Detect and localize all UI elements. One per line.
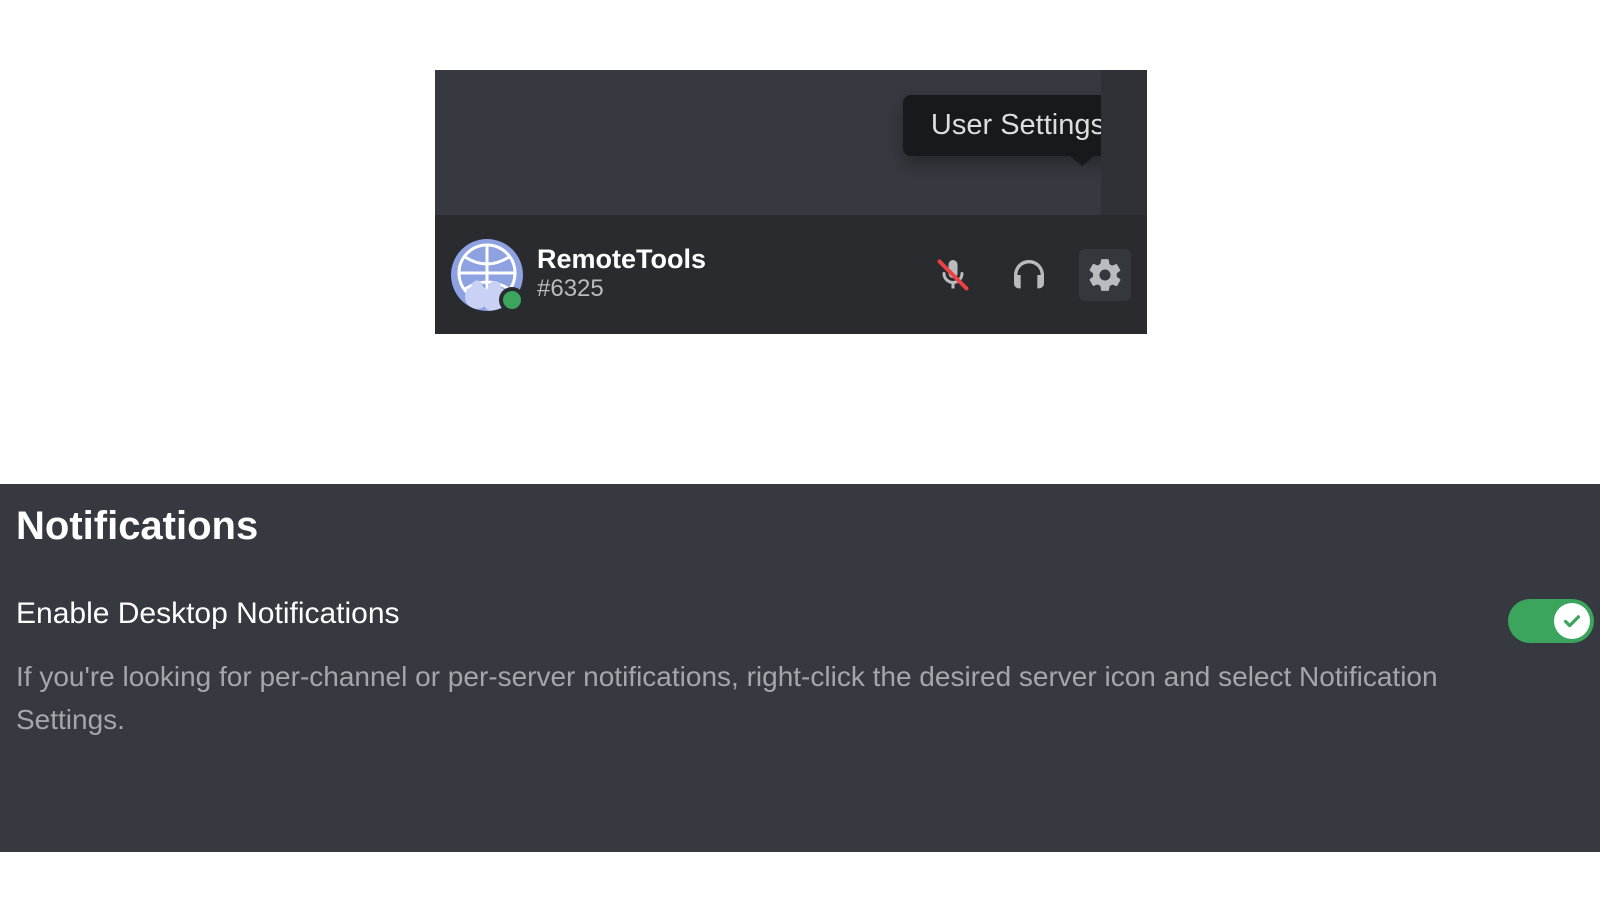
microphone-muted-icon	[935, 257, 971, 293]
user-panel-footer: RemoteTools #6325	[435, 215, 1147, 334]
setting-description: If you're looking for per-channel or per…	[16, 655, 1468, 742]
panel-controls	[927, 249, 1131, 301]
user-discriminator: #6325	[537, 275, 907, 304]
tooltip-label: User Settings	[931, 109, 1105, 141]
panel-spacer: User Settings	[435, 70, 1147, 215]
gear-icon	[1086, 256, 1124, 294]
status-online-indicator	[499, 287, 525, 313]
setting-label: Enable Desktop Notifications	[16, 597, 1468, 631]
mute-button[interactable]	[927, 249, 979, 301]
notifications-settings-panel: Notifications Enable Desktop Notificatio…	[0, 484, 1600, 852]
deafen-button[interactable]	[1003, 249, 1055, 301]
user-settings-tooltip: User Settings	[903, 95, 1133, 156]
enable-desktop-row: Enable Desktop Notifications If you're l…	[16, 597, 1584, 742]
user-text[interactable]: RemoteTools #6325	[537, 245, 907, 303]
setting-text: Enable Desktop Notifications If you're l…	[16, 597, 1508, 742]
user-panel: User Settings RemoteTools #6325	[435, 70, 1147, 334]
check-icon	[1561, 610, 1583, 632]
headphones-icon	[1009, 255, 1049, 295]
toggle-knob	[1554, 603, 1590, 639]
enable-desktop-toggle[interactable]	[1508, 599, 1594, 643]
username: RemoteTools	[537, 245, 907, 275]
page-title: Notifications	[16, 504, 1584, 549]
avatar-container[interactable]	[451, 239, 523, 311]
user-settings-button[interactable]	[1079, 249, 1131, 301]
